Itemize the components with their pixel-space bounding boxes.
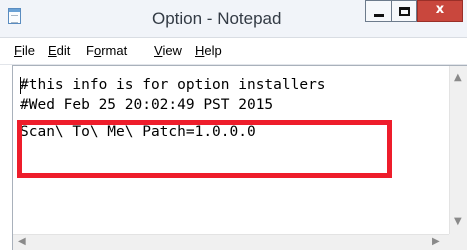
close-button[interactable]: x xyxy=(417,0,463,22)
menu-edit-mnemonic: E xyxy=(48,43,57,58)
chevron-up-icon[interactable]: ▲ xyxy=(454,72,462,83)
notepad-icon[interactable] xyxy=(8,8,21,24)
minimize-icon xyxy=(374,14,384,17)
horizontal-scrollbar[interactable]: ◀ ▶ xyxy=(13,234,449,250)
menu-view-label: iew xyxy=(162,43,182,58)
text-line[interactable]: #Wed Feb 25 20:02:49 PST 2015 xyxy=(20,97,273,113)
maximize-icon xyxy=(399,7,410,16)
scrollbar-corner xyxy=(449,234,467,250)
chevron-down-icon[interactable]: ▼ xyxy=(454,216,462,227)
text-caret xyxy=(20,77,21,94)
menu-format[interactable]: Format xyxy=(86,43,127,58)
text-line[interactable]: #this info is for option installers xyxy=(20,77,326,93)
menu-help-mnemonic: H xyxy=(195,43,205,58)
window-title: Option - Notepad xyxy=(152,9,282,28)
menu-file-label: ile xyxy=(21,43,35,58)
menu-bar: File Edit Format View Help xyxy=(0,38,467,65)
editor[interactable]: #this info is for option installers #Wed… xyxy=(12,65,467,250)
menu-file[interactable]: File xyxy=(14,43,35,58)
annotation-highlight-box xyxy=(17,120,392,178)
title-bar[interactable]: Option - Notepad x xyxy=(0,0,467,38)
menu-format-label: rmat xyxy=(101,43,128,58)
menu-help-label: elp xyxy=(204,43,222,58)
maximize-button[interactable] xyxy=(391,0,417,22)
menu-edit-label: dit xyxy=(56,43,71,58)
close-icon: x xyxy=(435,2,445,17)
menu-edit[interactable]: Edit xyxy=(48,43,70,58)
minimize-button[interactable] xyxy=(365,0,391,22)
chevron-left-icon[interactable]: ◀ xyxy=(18,236,26,247)
menu-file-mnemonic: F xyxy=(14,43,22,58)
menu-format-prefix: F xyxy=(86,43,94,58)
text-area[interactable]: #this info is for option installers #Wed… xyxy=(13,66,449,234)
chevron-right-icon[interactable]: ▶ xyxy=(432,236,440,247)
menu-view[interactable]: View xyxy=(154,43,182,58)
vertical-scrollbar[interactable]: ▲ ▼ xyxy=(449,66,467,234)
menu-help[interactable]: Help xyxy=(195,43,222,58)
